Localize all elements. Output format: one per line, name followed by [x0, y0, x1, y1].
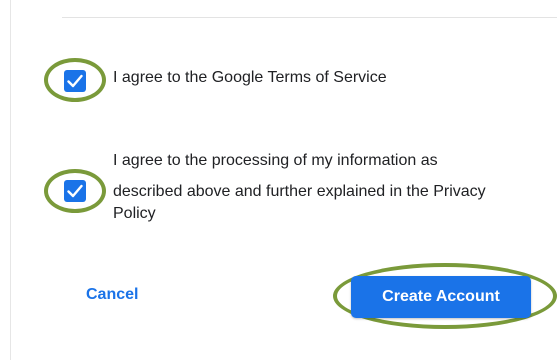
privacy-checkbox[interactable] [64, 180, 86, 202]
left-border [10, 0, 11, 360]
privacy-label-line-1: I agree to the processing of my informat… [113, 152, 438, 169]
check-icon [67, 74, 83, 88]
terms-label: I agree to the Google Terms of Service [113, 69, 387, 86]
check-icon [67, 184, 83, 198]
create-account-button[interactable]: Create Account [351, 276, 531, 318]
terms-checkbox[interactable] [64, 70, 86, 92]
privacy-label-line-2: described above and further explained in… [113, 183, 486, 200]
consent-page: I agree to the Google Terms of Service I… [0, 0, 557, 360]
cancel-button[interactable]: Cancel [86, 284, 138, 306]
privacy-label-line-3: Policy [113, 205, 156, 222]
section-divider [62, 17, 557, 18]
